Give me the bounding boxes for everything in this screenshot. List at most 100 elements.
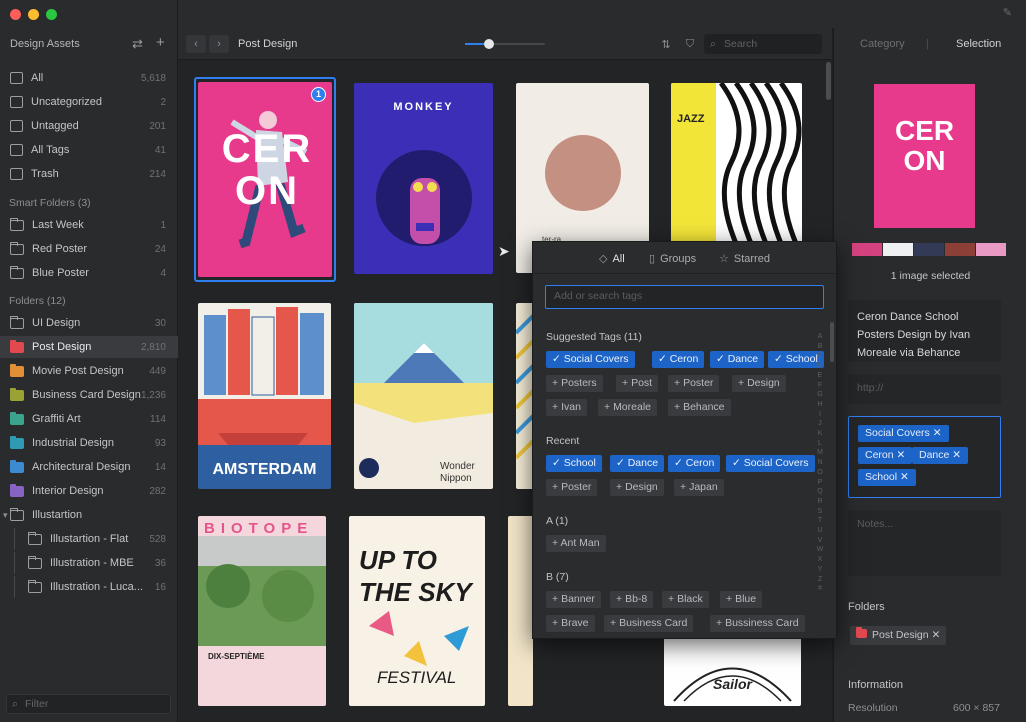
minimize-window-button[interactable] bbox=[28, 9, 39, 20]
smart-folder-item[interactable]: Red Poster 24 bbox=[0, 238, 178, 260]
remove-tag-icon[interactable]: ✕ bbox=[933, 427, 942, 439]
library-title[interactable]: Design Assets bbox=[10, 38, 80, 50]
asset-thumbnail[interactable] bbox=[508, 516, 533, 706]
alphabet-index-letter[interactable]: J bbox=[815, 419, 825, 429]
tag-option-chip[interactable]: + Poster bbox=[668, 375, 720, 392]
zoom-window-button[interactable] bbox=[46, 9, 57, 20]
tab-starred[interactable]: ☆ Starred bbox=[719, 252, 770, 265]
palette-swatch[interactable] bbox=[914, 243, 944, 256]
tag-chip[interactable]: Social Covers ✕ bbox=[858, 425, 949, 442]
sidebar-item-folder[interactable]: Interior Design 282 bbox=[0, 480, 178, 502]
alphabet-index-letter[interactable]: X bbox=[815, 555, 825, 565]
sidebar-item-uncategorized[interactable]: Uncategorized 2 bbox=[0, 91, 178, 113]
asset-thumbnail[interactable]: AMSTERDAM bbox=[198, 303, 331, 489]
popup-scrollbar[interactable] bbox=[830, 322, 834, 362]
asset-thumbnail[interactable]: Wonder Nippon bbox=[354, 303, 493, 489]
tag-chip[interactable]: Ceron ✕ bbox=[858, 447, 913, 464]
alphabet-index-letter[interactable]: U bbox=[815, 526, 825, 536]
filter-input[interactable]: ⌕ Filter bbox=[6, 694, 171, 714]
tag-option-chip[interactable]: + Brave bbox=[546, 615, 595, 632]
swap-library-icon[interactable]: ⇄ bbox=[132, 36, 143, 52]
tag-option-chip[interactable]: + Black bbox=[662, 591, 709, 608]
alphabet-index-letter[interactable]: Y bbox=[815, 565, 825, 575]
filter-button[interactable]: ⛉ bbox=[680, 35, 700, 53]
tag-option-chip[interactable]: ✓ Dance bbox=[610, 455, 665, 472]
alphabet-index[interactable]: A B C D E F G H I J K L M N O P Q R S T U V W X Y Z # bbox=[815, 332, 825, 594]
tag-option-chip[interactable]: + Design bbox=[610, 479, 664, 496]
tag-chip[interactable]: School ✕ bbox=[858, 469, 916, 486]
sidebar-item-folder[interactable]: Graffiti Art 114 bbox=[0, 408, 178, 430]
folders-title[interactable]: Folders (12) bbox=[9, 295, 66, 307]
sidebar-item-folder[interactable]: Industrial Design 93 bbox=[0, 432, 178, 454]
name-field[interactable]: Ceron Dance School Posters Design by Iva… bbox=[848, 300, 1001, 362]
close-window-button[interactable] bbox=[10, 9, 21, 20]
asset-thumbnail[interactable]: MONKEY bbox=[354, 83, 493, 274]
palette-swatch[interactable] bbox=[976, 243, 1006, 256]
tag-option-chip[interactable]: + Design bbox=[732, 375, 786, 392]
alphabet-index-letter[interactable]: D bbox=[815, 361, 825, 371]
asset-thumbnail[interactable]: BIOTOPE DIX-SEPTIÈME bbox=[198, 516, 326, 706]
remove-folder-icon[interactable]: ✕ bbox=[932, 629, 941, 641]
tag-option-chip[interactable]: + Bb-8 bbox=[610, 591, 654, 608]
remove-tag-icon[interactable]: ✕ bbox=[897, 449, 906, 461]
alphabet-index-letter[interactable]: L bbox=[815, 439, 825, 449]
alphabet-index-letter[interactable]: Z bbox=[815, 575, 825, 585]
tag-option-chip[interactable]: + Bussiness Card bbox=[710, 615, 805, 632]
alphabet-index-letter[interactable]: B bbox=[815, 342, 825, 352]
alphabet-index-letter[interactable]: W bbox=[815, 545, 825, 555]
sidebar-item-trash[interactable]: Trash 214 bbox=[0, 163, 178, 185]
alphabet-index-letter[interactable]: N bbox=[815, 458, 825, 468]
alphabet-index-letter[interactable]: G bbox=[815, 390, 825, 400]
sidebar-item-folder[interactable]: Movie Post Design 449 bbox=[0, 360, 178, 382]
sort-button[interactable]: ⇅ bbox=[656, 35, 676, 53]
chevron-down-icon[interactable]: ▾ bbox=[3, 510, 8, 521]
tag-option-chip[interactable]: ✓ School bbox=[546, 455, 602, 472]
sidebar-item-folder[interactable]: Post Design 2,810 bbox=[0, 336, 178, 358]
url-field[interactable]: http:// bbox=[848, 374, 1001, 404]
tag-option-chip[interactable]: + Japan bbox=[674, 479, 724, 496]
tag-option-chip[interactable]: + Post bbox=[616, 375, 659, 392]
alphabet-index-letter[interactable]: P bbox=[815, 478, 825, 488]
alphabet-index-letter[interactable]: H bbox=[815, 400, 825, 410]
tag-option-chip[interactable]: + Posters bbox=[546, 375, 603, 392]
remove-tag-icon[interactable]: ✕ bbox=[952, 449, 961, 461]
asset-thumbnail[interactable]: CER ON 1 bbox=[198, 82, 332, 277]
add-icon[interactable]: + bbox=[156, 34, 165, 51]
sidebar-item-untagged[interactable]: Untagged 201 bbox=[0, 115, 178, 137]
palette-swatch[interactable] bbox=[945, 243, 975, 256]
alphabet-index-letter[interactable]: R bbox=[815, 497, 825, 507]
forward-button[interactable]: › bbox=[209, 35, 229, 53]
sidebar-item-folder[interactable]: ▾ Illustartion bbox=[0, 504, 178, 526]
tag-option-chip[interactable]: + Moreale bbox=[598, 399, 657, 416]
sidebar-item-folder[interactable]: Illustration - MBE 36 bbox=[0, 552, 178, 574]
tab-selection[interactable]: Selection bbox=[956, 38, 1001, 50]
alphabet-index-letter[interactable]: # bbox=[815, 584, 825, 594]
tab-category[interactable]: Category bbox=[860, 38, 905, 50]
smart-folders-title[interactable]: Smart Folders (3) bbox=[9, 197, 91, 209]
alphabet-index-letter[interactable]: S bbox=[815, 507, 825, 517]
asset-thumbnail[interactable]: UP TO THE SKY FESTIVAL bbox=[349, 516, 485, 706]
tab-groups[interactable]: ▯ Groups bbox=[649, 252, 696, 265]
tag-option-chip[interactable]: + Ant Man bbox=[546, 535, 606, 552]
tag-option-chip[interactable]: + Ivan bbox=[546, 399, 587, 416]
sidebar-item-folder[interactable]: Business Card Design 1,236 bbox=[0, 384, 178, 406]
tag-option-chip[interactable]: ✓ Ceron bbox=[652, 351, 705, 368]
zoom-slider-thumb[interactable] bbox=[484, 39, 494, 49]
pin-icon[interactable]: ✎ bbox=[1003, 6, 1012, 19]
sidebar-item-folder[interactable]: Architectural Design 14 bbox=[0, 456, 178, 478]
alphabet-index-letter[interactable]: T bbox=[815, 516, 825, 526]
grid-scrollbar[interactable] bbox=[826, 62, 831, 100]
alphabet-index-letter[interactable]: O bbox=[815, 468, 825, 478]
sidebar-item-all[interactable]: All 5,618 bbox=[0, 67, 178, 89]
tag-option-chip[interactable]: + Business Card bbox=[604, 615, 694, 632]
alphabet-index-letter[interactable]: C bbox=[815, 351, 825, 361]
sidebar-item-folder[interactable]: UI Design 30 bbox=[0, 312, 178, 334]
tag-option-chip[interactable]: + Poster bbox=[546, 479, 598, 496]
tag-option-chip[interactable]: ✓ Dance bbox=[710, 351, 765, 368]
alphabet-index-letter[interactable]: Q bbox=[815, 487, 825, 497]
alphabet-index-letter[interactable]: M bbox=[815, 448, 825, 458]
tag-chip[interactable]: Dance ✕ bbox=[912, 447, 969, 464]
folder-chip[interactable]: Post Design ✕ bbox=[850, 626, 947, 645]
alphabet-index-letter[interactable]: F bbox=[815, 381, 825, 391]
remove-tag-icon[interactable]: ✕ bbox=[900, 471, 909, 483]
